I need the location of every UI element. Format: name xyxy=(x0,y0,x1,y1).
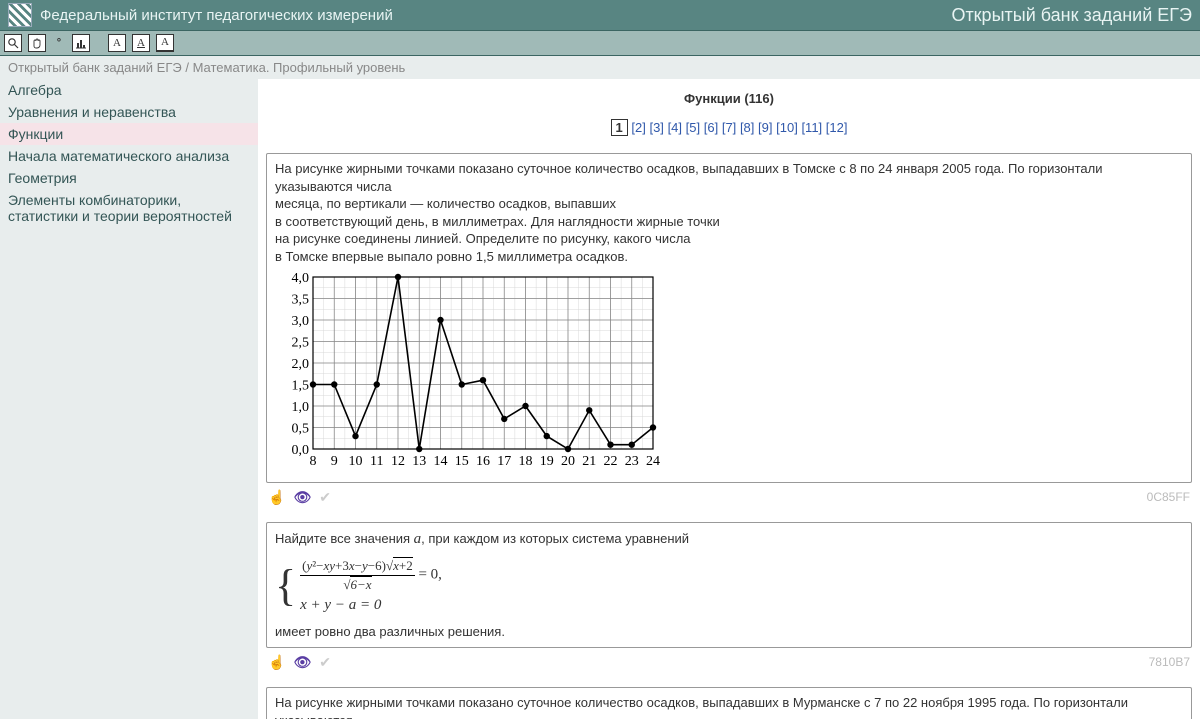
check-icon[interactable]: ✔ xyxy=(319,489,331,506)
task-card: Найдите все значения a, при каждом из ко… xyxy=(266,522,1192,648)
svg-text:1,0: 1,0 xyxy=(292,400,310,415)
svg-text:16: 16 xyxy=(476,454,490,469)
toolbar: ° A A A xyxy=(0,30,1200,56)
bars-icon[interactable] xyxy=(72,34,90,52)
task-code: 0C85FF xyxy=(1147,490,1190,504)
pager-link[interactable]: [11] xyxy=(801,120,822,135)
pager-link[interactable]: [10] xyxy=(776,120,798,135)
sidebar-item[interactable]: Алгебра xyxy=(0,79,258,101)
equation-system: { (y²−xy+3x−y−6)√x+2 √6−x = 0, x + y − a… xyxy=(275,555,1183,617)
svg-text:15: 15 xyxy=(455,454,469,469)
svg-text:18: 18 xyxy=(519,454,533,469)
pager-link[interactable]: [3] xyxy=(649,120,663,135)
task-text: На рисунке жирными точками показано суто… xyxy=(275,694,1183,719)
sidebar-item[interactable]: Начала математического анализа xyxy=(0,145,258,167)
svg-text:12: 12 xyxy=(391,454,405,469)
breadcrumb: Открытый банк заданий ЕГЭ / Математика. … xyxy=(0,56,1200,79)
svg-text:1,5: 1,5 xyxy=(292,379,310,394)
svg-text:17: 17 xyxy=(497,454,511,469)
task-footer: ☝ 👁 ✔ 0C85FF xyxy=(266,487,1192,522)
svg-text:24: 24 xyxy=(646,454,660,469)
content-area: Функции (116) 1 [2] [3] [4] [5] [6] [7] … xyxy=(258,79,1200,719)
degree-icon[interactable]: ° xyxy=(52,34,66,52)
pager-link[interactable]: [8] xyxy=(740,120,754,135)
task-card: На рисунке жирными точками показано суто… xyxy=(266,153,1192,483)
pager: 1 [2] [3] [4] [5] [6] [7] [8] [9] [10] [… xyxy=(266,120,1192,135)
sidebar-item[interactable]: Функции xyxy=(0,123,258,145)
page-title: Функции (116) xyxy=(266,91,1192,106)
pager-link[interactable]: [7] xyxy=(722,120,736,135)
svg-text:2,0: 2,0 xyxy=(292,357,310,372)
svg-text:21: 21 xyxy=(582,454,596,469)
svg-text:9: 9 xyxy=(331,454,338,469)
font-medium-button[interactable]: A xyxy=(132,34,150,52)
check-icon[interactable]: ✔ xyxy=(319,654,331,671)
svg-text:3,5: 3,5 xyxy=(292,293,310,308)
view-icon[interactable]: 👁 xyxy=(293,489,311,506)
task-card: На рисунке жирными точками показано суто… xyxy=(266,687,1192,719)
pager-link[interactable]: [4] xyxy=(668,120,682,135)
sidebar: АлгебраУравнения и неравенстваФункцииНач… xyxy=(0,79,258,719)
breadcrumb-bank[interactable]: Открытый банк заданий ЕГЭ xyxy=(8,60,182,75)
svg-text:13: 13 xyxy=(412,454,426,469)
svg-text:19: 19 xyxy=(540,454,554,469)
pager-link[interactable]: [2] xyxy=(631,120,645,135)
svg-text:22: 22 xyxy=(604,454,618,469)
logo-icon xyxy=(8,3,32,27)
search-icon[interactable] xyxy=(4,34,22,52)
svg-text:14: 14 xyxy=(434,454,448,469)
task-text: На рисунке жирными точками показано суто… xyxy=(275,160,1183,265)
institute-title: Федеральный институт педагогических изме… xyxy=(40,7,393,24)
svg-text:2,5: 2,5 xyxy=(292,336,310,351)
svg-text:20: 20 xyxy=(561,454,575,469)
task-text: Найдите все значения a, при каждом из ко… xyxy=(275,529,1183,549)
sidebar-item[interactable]: Элементы комбинаторики, статистики и тео… xyxy=(0,189,258,227)
task-text-outro: имеет ровно два различных решения. xyxy=(275,623,1183,641)
view-icon[interactable]: 👁 xyxy=(293,654,311,671)
task-footer: ☝ 👁 ✔ 7810B7 xyxy=(266,652,1192,687)
pager-link[interactable]: [9] xyxy=(758,120,772,135)
hand-icon[interactable] xyxy=(28,34,46,52)
svg-text:0,5: 0,5 xyxy=(292,422,310,437)
breadcrumb-subject[interactable]: Математика. Профильный уровень xyxy=(193,60,406,75)
svg-text:11: 11 xyxy=(370,454,383,469)
sidebar-item[interactable]: Уравнения и неравенства xyxy=(0,101,258,123)
bank-title[interactable]: Открытый банк заданий ЕГЭ xyxy=(951,5,1192,26)
svg-text:0,0: 0,0 xyxy=(292,443,310,458)
svg-text:8: 8 xyxy=(310,454,317,469)
pager-current: 1 xyxy=(611,119,628,136)
svg-text:3,0: 3,0 xyxy=(292,314,310,329)
pager-link[interactable]: [5] xyxy=(686,120,700,135)
task-code: 7810B7 xyxy=(1149,655,1190,669)
pager-link[interactable]: [12] xyxy=(826,120,848,135)
font-large-button[interactable]: A xyxy=(156,34,174,52)
add-to-basket-icon[interactable]: ☝ xyxy=(268,489,285,506)
chart-precipitation: 0,0 0,5 1,0 1,5 2,0 2,5 3,0 3,5 4,0 89 10 11 12 13 14 1… xyxy=(275,265,670,476)
svg-text:23: 23 xyxy=(625,454,639,469)
font-small-button[interactable]: A xyxy=(108,34,126,52)
svg-text:4,0: 4,0 xyxy=(292,271,310,286)
pager-link[interactable]: [6] xyxy=(704,120,718,135)
add-to-basket-icon[interactable]: ☝ xyxy=(268,654,285,671)
sidebar-item[interactable]: Геометрия xyxy=(0,167,258,189)
top-header: Федеральный институт педагогических изме… xyxy=(0,0,1200,30)
svg-text:10: 10 xyxy=(349,454,363,469)
